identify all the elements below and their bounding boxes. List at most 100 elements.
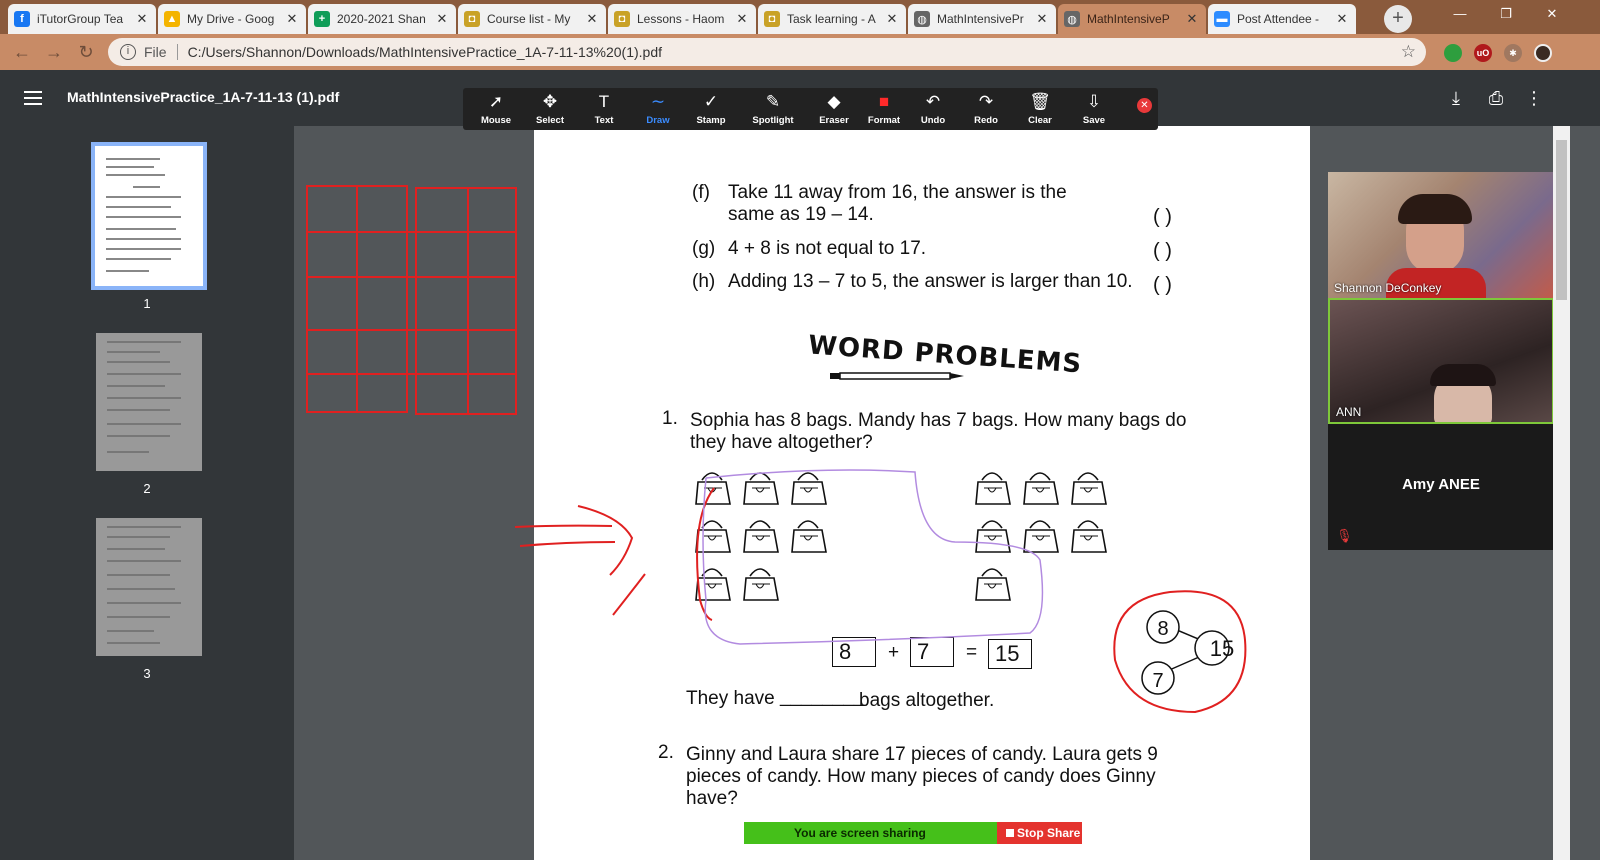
tool-label: Clear (1028, 115, 1052, 126)
browser-tab[interactable]: f iTutorGroup Tea ✕ (8, 4, 156, 34)
browser-tab[interactable]: ◘ Lessons - Haom ✕ (608, 4, 756, 34)
handbag-icon (975, 520, 1011, 553)
item-h-line1: Adding 13 – 7 to 5, the answer is larger… (728, 271, 1133, 292)
ublock-icon[interactable]: uO (1474, 44, 1492, 62)
extension-green-icon[interactable] (1444, 44, 1462, 62)
bookmark-star-icon[interactable]: ☆ (1401, 42, 1416, 62)
item-f-line2: same as 19 – 14. (728, 204, 874, 225)
check-icon: ✓ (703, 92, 719, 111)
tab-title: Post Attendee - (1237, 12, 1320, 26)
minimize-button[interactable]: — (1437, 0, 1483, 28)
browser-tab[interactable]: ◍ MathIntensiveP ✕ (1058, 4, 1206, 34)
question-2-line3: have? (686, 788, 738, 809)
tool-text-button[interactable]: T Text (577, 92, 631, 126)
participant-name: Amy ANEE (1402, 476, 1480, 493)
item-g-answer-paren: ( ) (1153, 240, 1172, 262)
redo-icon: ↷ (978, 92, 994, 111)
tab-close-icon[interactable]: ✕ (434, 11, 450, 27)
tab-close-icon[interactable]: ✕ (584, 11, 600, 27)
info-icon[interactable]: i (120, 44, 136, 60)
text-icon: T (598, 92, 610, 111)
handbag-icon (743, 472, 779, 505)
tool-mouse-button[interactable]: ➚ Mouse (469, 92, 523, 126)
participant-name: Shannon DeConkey (1334, 281, 1442, 295)
equation-plus: + (888, 642, 900, 663)
tool-spotlight-button[interactable]: ✎ Spotlight (746, 92, 800, 126)
item-h-letter: (h) (692, 271, 716, 292)
browser-tab[interactable]: ▲ My Drive - Goog ✕ (158, 4, 306, 34)
page-thumbnail-3[interactable] (96, 518, 202, 656)
video-tile-amy[interactable]: Amy ANEE 🎙 (1328, 424, 1554, 550)
page-thumbnail-2[interactable] (96, 333, 202, 471)
tab-favicon-icon: ▬ (1214, 11, 1230, 27)
share-status[interactable]: You are screen sharing (744, 822, 997, 844)
screen-share-bar: You are screen sharing Stop Share (744, 822, 1084, 844)
tab-close-icon[interactable]: ✕ (1334, 11, 1350, 27)
tool-select-button[interactable]: ✥ Select (523, 92, 577, 126)
url-scheme-label: File (144, 44, 167, 60)
tool-label: Redo (974, 115, 998, 126)
page-number-1: 1 (143, 296, 151, 311)
video-tile-ann[interactable]: ANN (1328, 298, 1554, 424)
pencil-icon (830, 372, 964, 380)
hamburger-menu-icon[interactable] (24, 91, 42, 105)
video-tile-shannon[interactable]: Shannon DeConkey (1328, 172, 1554, 298)
question-2-line2: pieces of candy. How many pieces of cand… (686, 766, 1156, 787)
profile-avatar[interactable] (1534, 44, 1552, 62)
extensions-puzzle-icon[interactable]: ✱ (1504, 44, 1522, 62)
answer-suffix: bags altogether. (859, 690, 995, 711)
tool-eraser-button[interactable]: ◆ Eraser (807, 92, 861, 126)
tab-favicon-icon: ◍ (1064, 11, 1080, 27)
page-number-3: 3 (143, 666, 151, 681)
item-f-answer-paren: ( ) (1153, 206, 1172, 228)
tab-title: MathIntensiveP (1087, 12, 1170, 26)
url-text: C:/Users/Shannon/Downloads/MathIntensive… (187, 44, 662, 60)
item-f-line1: Take 11 away from 16, the answer is the (728, 182, 1067, 203)
tab-close-icon[interactable]: ✕ (284, 11, 300, 27)
tab-close-icon[interactable]: ✕ (734, 11, 750, 27)
browser-tab[interactable]: +2020-2021 Shan ✕ (308, 4, 456, 34)
reload-icon[interactable]: ↻ (74, 40, 98, 64)
tab-title: Task learning - A (787, 12, 876, 26)
close-annotation-icon[interactable]: ✕ (1137, 98, 1152, 113)
close-window-button[interactable]: ✕ (1529, 0, 1575, 28)
browser-tab[interactable]: ◘ Task learning - A ✕ (758, 4, 906, 34)
download-icon[interactable]: ⤓ (1444, 86, 1468, 110)
tool-label: Text (594, 115, 614, 126)
tool-draw-button[interactable]: ∼ Draw (631, 92, 685, 126)
tool-stamp-button[interactable]: ✓ Stamp (684, 92, 738, 126)
browser-tab[interactable]: ◘ Course list - My ✕ (458, 4, 606, 34)
equation-box-b: 7 (910, 637, 954, 667)
tab-favicon-icon: ◍ (914, 11, 930, 27)
tab-close-icon[interactable]: ✕ (134, 11, 150, 27)
more-options-icon[interactable]: ⋮ (1522, 86, 1546, 110)
new-tab-button[interactable]: + (1384, 5, 1412, 33)
print-icon[interactable]: ⎙ (1484, 86, 1508, 110)
tab-close-icon[interactable]: ✕ (884, 11, 900, 27)
browser-tab[interactable]: ▬ Post Attendee - ✕ (1208, 4, 1356, 34)
back-icon[interactable]: ← (10, 40, 34, 64)
tool-redo-button[interactable]: ↷ Redo (959, 92, 1013, 126)
equation-box-result: 15 (988, 639, 1032, 669)
browser-tab[interactable]: ◍ MathIntensivePr ✕ (908, 4, 1056, 34)
restore-button[interactable]: ❐ (1483, 0, 1529, 28)
question-2-line1: Ginny and Laura share 17 pieces of candy… (686, 744, 1158, 765)
participant-name: ANN (1336, 405, 1362, 419)
url-field[interactable]: i File C:/Users/Shannon/Downloads/MathIn… (108, 38, 1426, 66)
tab-favicon-icon: ▲ (164, 11, 180, 27)
forward-icon[interactable]: → (42, 40, 66, 64)
tab-close-icon[interactable]: ✕ (1184, 11, 1200, 27)
page-scrollbar[interactable] (1553, 126, 1570, 860)
tool-format-button[interactable]: ■ Format (857, 92, 911, 126)
handbag-icon (1071, 472, 1107, 505)
tool-undo-button[interactable]: ↶ Undo (906, 92, 960, 126)
page-thumbnail-1[interactable] (91, 142, 207, 290)
scrollbar-thumb[interactable] (1556, 140, 1567, 300)
tool-save-button[interactable]: ⇩ Save (1067, 92, 1121, 126)
pdf-page: (f) Take 11 away from 16, the answer is … (534, 126, 1310, 860)
tab-close-icon[interactable]: ✕ (1034, 11, 1050, 27)
handbag-icon (975, 568, 1011, 601)
tool-clear-button[interactable]: 🗑 Clear (1013, 92, 1067, 126)
cursor-icon: ➚ (488, 92, 504, 111)
tool-label: Format (867, 115, 901, 126)
